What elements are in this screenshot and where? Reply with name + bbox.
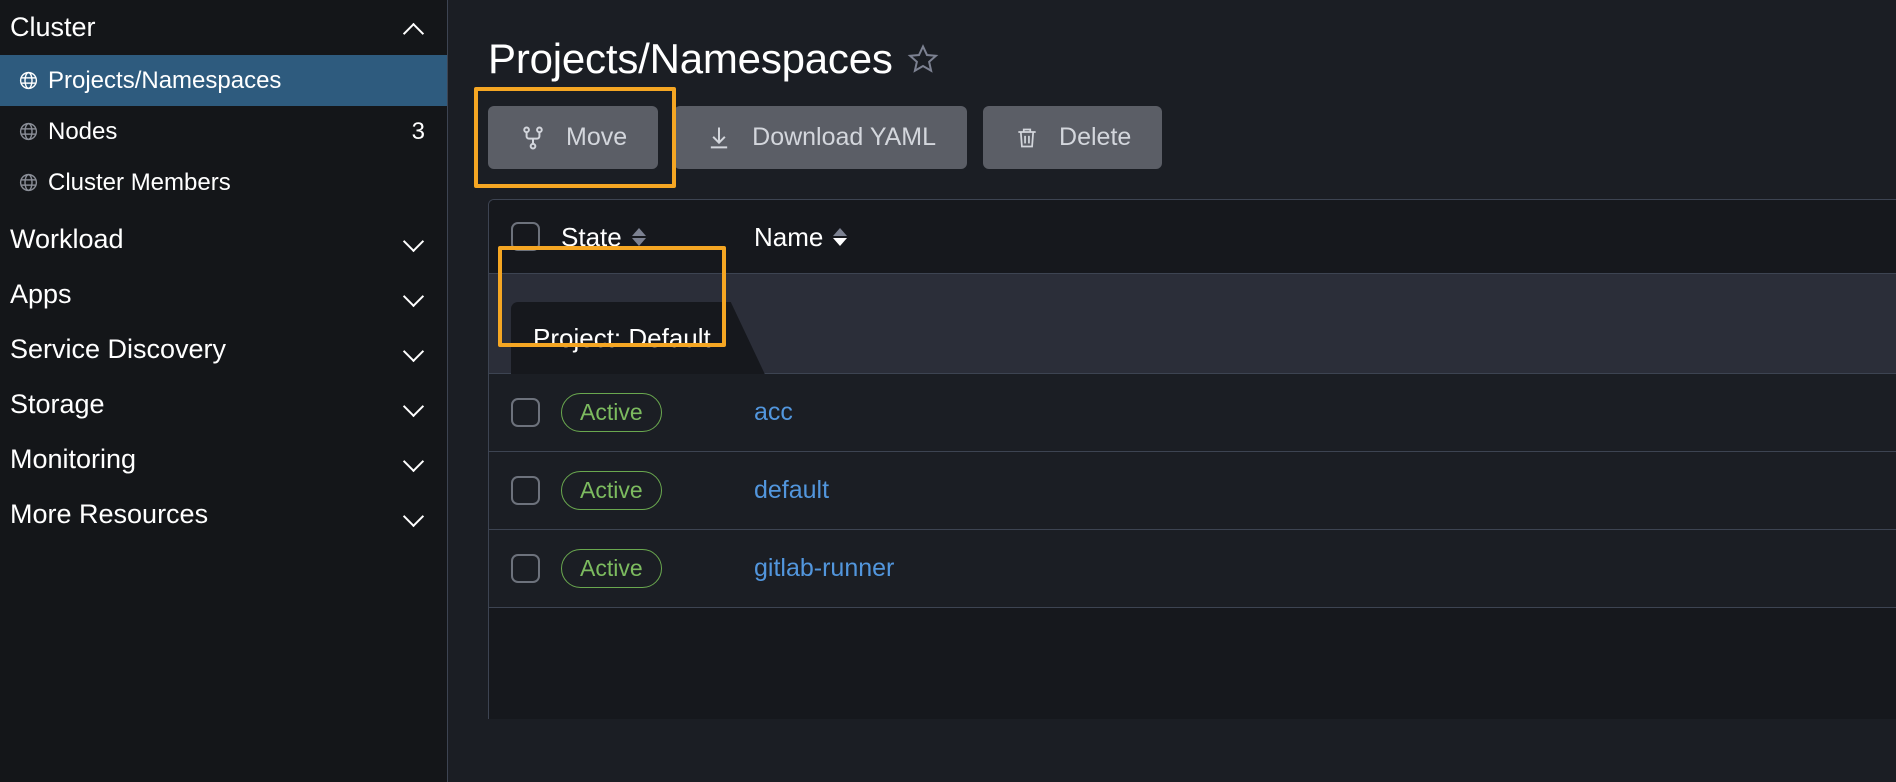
- namespaces-table: State Name Project: Default Active acc A…: [488, 199, 1896, 719]
- select-all-checkbox[interactable]: [511, 222, 540, 251]
- sidebar-item-cluster-members[interactable]: Cluster Members: [0, 157, 447, 208]
- column-header-label: State: [561, 221, 622, 252]
- sort-toggle-name[interactable]: [833, 227, 848, 246]
- sidebar-group-label: Workload: [10, 224, 124, 254]
- sidebar-group-workload[interactable]: Workload: [0, 212, 447, 267]
- sidebar-group-label: Storage: [10, 389, 105, 419]
- table-row[interactable]: Active acc: [489, 374, 1896, 452]
- globe-icon: [18, 172, 39, 193]
- page-header: Projects/Namespaces: [448, 0, 1896, 80]
- globe-icon: [18, 70, 39, 91]
- status-badge: Active: [561, 549, 662, 588]
- status-badge: Active: [561, 393, 662, 432]
- sidebar-group-cluster[interactable]: Cluster: [0, 0, 447, 55]
- globe-icon: [18, 121, 39, 142]
- project-group-tab[interactable]: Project: Default: [511, 302, 765, 374]
- sidebar-group-label: More Resources: [10, 499, 209, 529]
- sidebar-item-projects-namespaces[interactable]: Projects/Namespaces: [0, 55, 447, 106]
- main-content: Projects/Namespaces Move Download YAML D…: [448, 0, 1896, 782]
- move-button-label: Move: [566, 123, 628, 151]
- download-yaml-button[interactable]: Download YAML: [674, 106, 968, 169]
- sidebar-item-label: Projects/Namespaces: [48, 66, 282, 94]
- delete-button-label: Delete: [1059, 123, 1132, 151]
- row-checkbox[interactable]: [511, 398, 540, 427]
- chevron-down-icon[interactable]: [403, 394, 425, 416]
- sidebar-group-service-discovery[interactable]: Service Discovery: [0, 322, 447, 377]
- project-group-label: Project: Default: [533, 322, 711, 353]
- column-header-name[interactable]: Name: [754, 224, 1174, 250]
- sidebar-group-label: Service Discovery: [10, 334, 227, 364]
- sidebar-group-more-resources[interactable]: More Resources: [0, 487, 447, 542]
- namespace-link[interactable]: acc: [754, 398, 793, 427]
- cell-name: default: [754, 476, 1174, 505]
- namespace-link[interactable]: gitlab-runner: [754, 554, 894, 583]
- sidebar-item-label: Nodes: [48, 117, 118, 145]
- sidebar-item-count: 3: [411, 117, 425, 145]
- delete-button[interactable]: Delete: [983, 106, 1163, 169]
- row-checkbox[interactable]: [511, 554, 540, 583]
- chevron-down-icon[interactable]: [403, 229, 425, 251]
- sidebar-group-storage[interactable]: Storage: [0, 377, 447, 432]
- sidebar-group-monitoring[interactable]: Monitoring: [0, 432, 447, 487]
- table-header-row: State Name: [489, 200, 1896, 274]
- sidebar: Cluster Projects/Namespaces Nodes 3 Clus…: [0, 0, 448, 782]
- cell-state: Active: [561, 393, 754, 432]
- row-checkbox[interactable]: [511, 476, 540, 505]
- table-row[interactable]: Active gitlab-runner: [489, 530, 1896, 608]
- chevron-up-icon[interactable]: [403, 17, 425, 39]
- chevron-down-icon[interactable]: [403, 339, 425, 361]
- action-toolbar: Move Download YAML Delete: [474, 87, 1896, 188]
- sort-toggle-state[interactable]: [631, 227, 646, 246]
- download-yaml-button-label: Download YAML: [752, 123, 937, 151]
- cell-name: acc: [754, 398, 1174, 427]
- chevron-down-icon[interactable]: [403, 449, 425, 471]
- chevron-down-icon[interactable]: [403, 504, 425, 526]
- table-group-row: Project: Default: [489, 246, 1896, 374]
- sidebar-group-label: Cluster: [10, 12, 96, 42]
- page-title: Projects/Namespaces: [488, 35, 893, 82]
- chevron-down-icon[interactable]: [403, 284, 425, 306]
- sidebar-item-label: Cluster Members: [48, 168, 231, 196]
- namespace-link[interactable]: default: [754, 476, 829, 505]
- trash-icon: [1014, 125, 1040, 151]
- app-root: Cluster Projects/Namespaces Nodes 3 Clus…: [0, 0, 1896, 782]
- star-outline-icon[interactable]: [907, 43, 939, 80]
- sidebar-item-nodes[interactable]: Nodes 3: [0, 106, 447, 157]
- table-row[interactable]: Active default: [489, 452, 1896, 530]
- sidebar-group-label: Apps: [10, 279, 72, 309]
- cell-name: gitlab-runner: [754, 554, 1174, 583]
- move-button[interactable]: Move: [488, 106, 659, 169]
- column-header-state[interactable]: State: [561, 224, 754, 250]
- branch-move-icon: [519, 124, 547, 152]
- column-header-label: Name: [754, 221, 824, 252]
- sidebar-group-apps[interactable]: Apps: [0, 267, 447, 322]
- download-icon: [705, 124, 733, 152]
- cell-state: Active: [561, 471, 754, 510]
- cell-state: Active: [561, 549, 754, 588]
- sidebar-group-label: Monitoring: [10, 444, 137, 474]
- status-badge: Active: [561, 471, 662, 510]
